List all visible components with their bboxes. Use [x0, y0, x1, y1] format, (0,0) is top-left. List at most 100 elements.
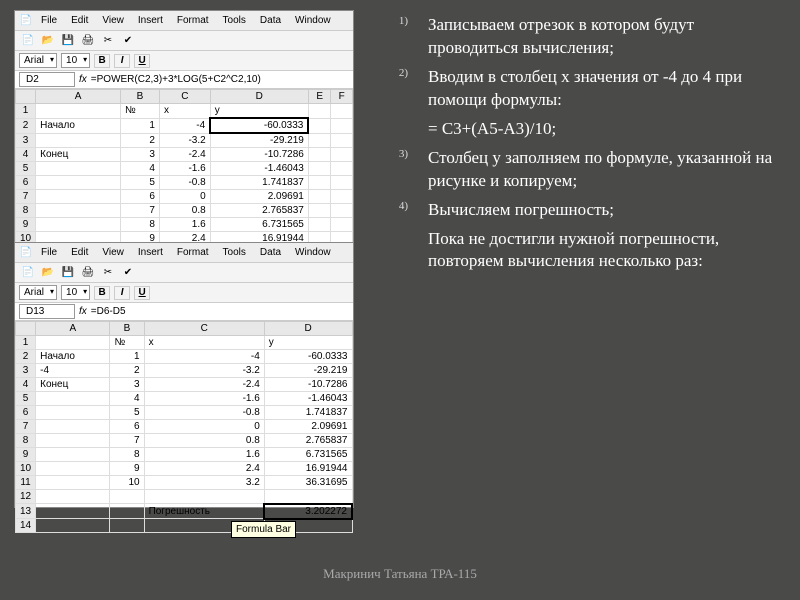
cell[interactable]: 0	[159, 190, 210, 204]
cell[interactable]: 1	[120, 118, 159, 133]
menu-format[interactable]: Format	[171, 245, 215, 260]
cell[interactable]: 5	[120, 176, 159, 190]
formula-input[interactable]: =D6-D5	[91, 306, 349, 317]
row-header[interactable]: 6	[16, 406, 36, 420]
cell[interactable]: 1.741837	[264, 406, 352, 420]
column-header[interactable]: A	[36, 90, 121, 104]
column-header[interactable]: F	[331, 90, 353, 104]
row-header[interactable]: 4	[16, 378, 36, 392]
cell[interactable]	[308, 104, 331, 119]
cell[interactable]: Начало	[36, 350, 110, 364]
cell[interactable]: -4	[144, 350, 264, 364]
cell[interactable]	[36, 190, 121, 204]
cell[interactable]: -29.219	[210, 133, 308, 148]
cell[interactable]	[36, 504, 110, 519]
font-name-select[interactable]: Arial	[19, 53, 57, 68]
cell[interactable]: -1.6	[159, 162, 210, 176]
cell[interactable]: x	[159, 104, 210, 119]
italic-icon[interactable]: I	[114, 54, 130, 68]
column-header[interactable]	[16, 322, 36, 336]
row-header[interactable]: 8	[16, 434, 36, 448]
cell[interactable]: 1	[110, 350, 144, 364]
row-header[interactable]: 2	[16, 118, 36, 133]
cell[interactable]: -1.46043	[264, 392, 352, 406]
cell[interactable]: Конец	[36, 148, 121, 162]
cell[interactable]	[308, 118, 331, 133]
cell[interactable]: 0	[144, 420, 264, 434]
cell[interactable]: -10.7286	[264, 378, 352, 392]
print-icon[interactable]: 🖨	[79, 33, 97, 49]
name-box[interactable]: D13	[19, 304, 75, 319]
cell[interactable]: 4	[110, 392, 144, 406]
cell[interactable]	[308, 133, 331, 148]
cell[interactable]: -4	[36, 364, 110, 378]
cell[interactable]	[308, 218, 331, 232]
cell[interactable]: 2.09691	[264, 420, 352, 434]
menu-insert[interactable]: Insert	[132, 13, 169, 28]
cell[interactable]	[331, 104, 353, 119]
cell[interactable]: №	[110, 336, 144, 350]
menu-file[interactable]: File	[35, 245, 63, 260]
bold-icon[interactable]: B	[94, 286, 110, 300]
row-header[interactable]: 3	[16, 133, 36, 148]
cut-icon[interactable]: ✂	[99, 265, 117, 281]
cell[interactable]	[331, 118, 353, 133]
cell[interactable]: 5	[110, 406, 144, 420]
cell[interactable]	[36, 204, 121, 218]
cell[interactable]: Начало	[36, 118, 121, 133]
underline-icon[interactable]: U	[134, 286, 150, 300]
cell[interactable]: 3.2	[144, 476, 264, 490]
row-header[interactable]: 4	[16, 148, 36, 162]
cell[interactable]: 2	[120, 133, 159, 148]
spell-icon[interactable]: ✔	[119, 33, 137, 49]
cell[interactable]: 9	[110, 462, 144, 476]
row-header[interactable]: 14	[16, 519, 36, 533]
cell[interactable]	[36, 434, 110, 448]
menu-data[interactable]: Data	[254, 245, 287, 260]
cell[interactable]: 2.765837	[210, 204, 308, 218]
sheet-grid[interactable]: ABCD1№xy2Начало1-4-60.03333-42-3.2-29.21…	[15, 321, 353, 533]
cell[interactable]: 1.6	[159, 218, 210, 232]
column-header[interactable]: D	[264, 322, 352, 336]
cell[interactable]	[331, 162, 353, 176]
cell[interactable]	[36, 490, 110, 504]
cell[interactable]	[331, 133, 353, 148]
column-header[interactable]: E	[308, 90, 331, 104]
menu-view[interactable]: View	[96, 245, 130, 260]
column-header[interactable]: A	[36, 322, 110, 336]
row-header[interactable]: 1	[16, 336, 36, 350]
menu-window[interactable]: Window	[289, 245, 337, 260]
row-header[interactable]: 13	[16, 504, 36, 519]
bold-icon[interactable]: B	[94, 54, 110, 68]
cell[interactable]: -4	[159, 118, 210, 133]
cell[interactable]: -29.219	[264, 364, 352, 378]
cell[interactable]: 0.8	[144, 434, 264, 448]
cell[interactable]	[331, 218, 353, 232]
cell[interactable]: -2.4	[144, 378, 264, 392]
cell[interactable]	[308, 176, 331, 190]
cell[interactable]: 0.8	[159, 204, 210, 218]
cell[interactable]	[331, 190, 353, 204]
cell[interactable]: 2.4	[144, 462, 264, 476]
cell[interactable]: 6.731565	[264, 448, 352, 462]
menu-window[interactable]: Window	[289, 13, 337, 28]
cell[interactable]	[36, 519, 110, 533]
cell[interactable]: 7	[110, 434, 144, 448]
cell[interactable]: y	[210, 104, 308, 119]
open-icon[interactable]: 📂	[39, 33, 57, 49]
column-header[interactable]: B	[110, 322, 144, 336]
formula-input[interactable]: =POWER(C2,3)+3*LOG(5+C2^C2,10)	[91, 74, 349, 85]
cell[interactable]	[36, 218, 121, 232]
menu-data[interactable]: Data	[254, 13, 287, 28]
cell[interactable]: y	[264, 336, 352, 350]
cell[interactable]	[110, 504, 144, 519]
cell[interactable]: -60.0333	[210, 118, 308, 133]
row-header[interactable]: 3	[16, 364, 36, 378]
cell[interactable]: Погрешность	[144, 504, 264, 519]
cell[interactable]	[331, 204, 353, 218]
menu-edit[interactable]: Edit	[65, 13, 94, 28]
cell[interactable]	[36, 462, 110, 476]
save-icon[interactable]: 💾	[59, 33, 77, 49]
cell[interactable]: x	[144, 336, 264, 350]
row-header[interactable]: 7	[16, 190, 36, 204]
